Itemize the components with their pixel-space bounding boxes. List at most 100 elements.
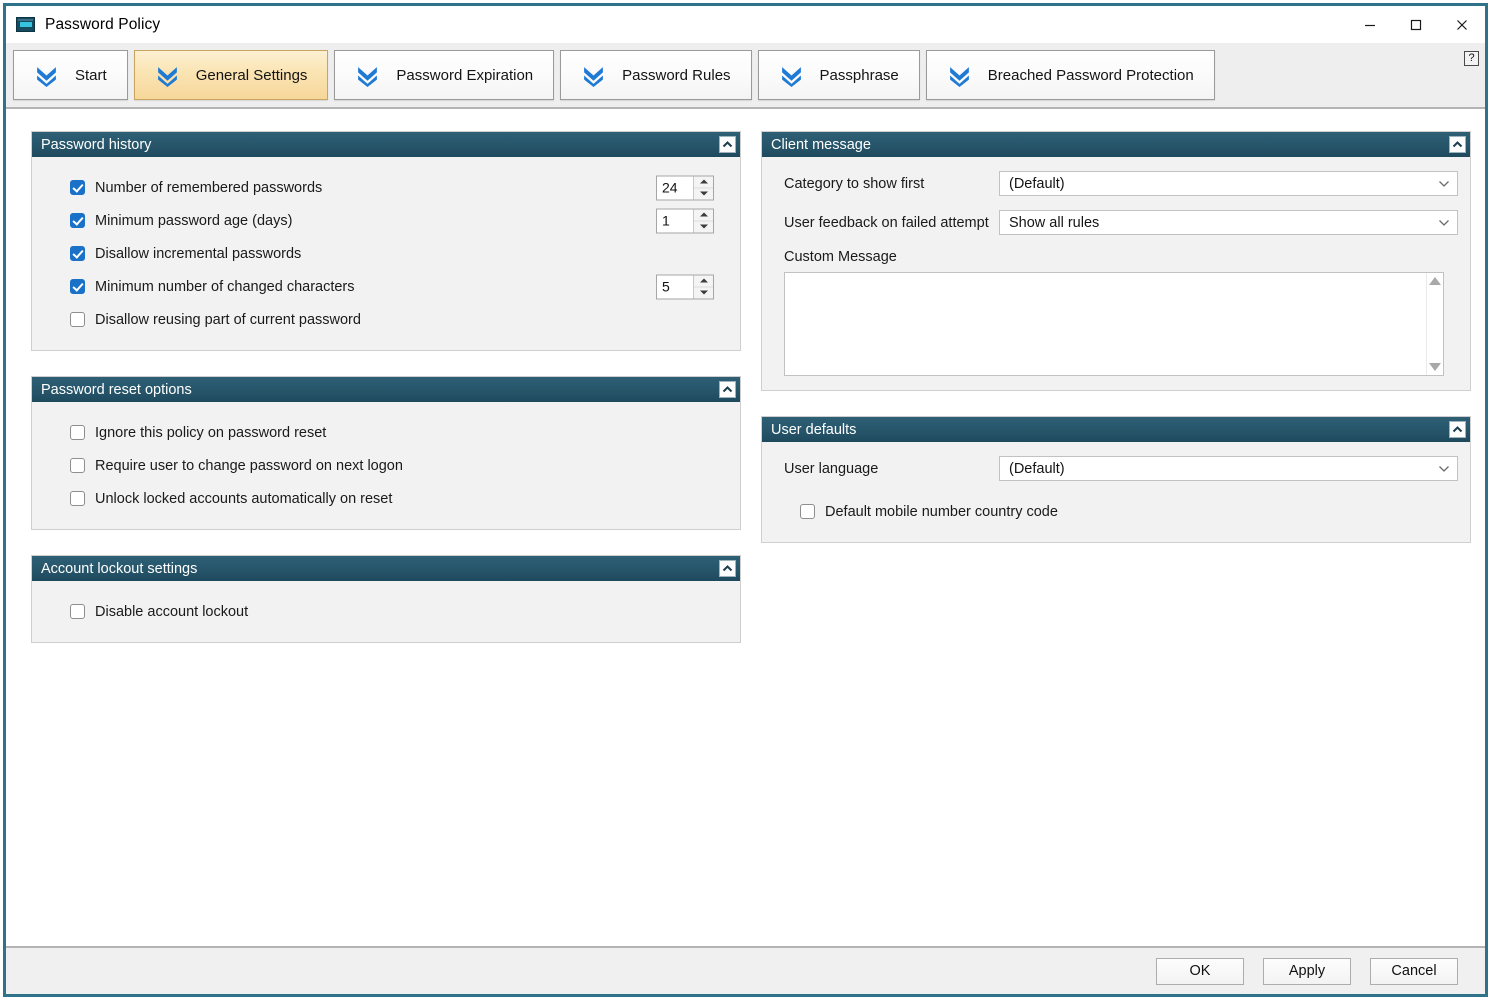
spinner-buttons: [693, 275, 713, 298]
row-category-to-show-first: Category to show first (Default): [774, 171, 1458, 196]
spinner-up-icon[interactable]: [694, 209, 713, 220]
option-row-ignore-policy-on-reset[interactable]: Ignore this policy on password reset: [44, 416, 728, 449]
checkbox-unlock-locked-accounts[interactable]: [70, 491, 85, 506]
chevron-up-icon[interactable]: [719, 136, 736, 153]
checkbox-minimum-changed-characters[interactable]: [70, 279, 85, 294]
custom-message-value[interactable]: [785, 273, 1426, 375]
spinner-down-icon[interactable]: [694, 187, 713, 199]
checkbox-disable-account-lockout[interactable]: [70, 604, 85, 619]
tab-password-rules[interactable]: Password Rules: [560, 50, 751, 100]
spinner-value[interactable]: 5: [657, 275, 693, 298]
spinner-value[interactable]: 1: [657, 209, 693, 232]
category-value: (Default): [1009, 176, 1437, 192]
panel-header: Password history: [32, 132, 740, 157]
custom-message-textarea[interactable]: [784, 272, 1444, 376]
spinner-buttons: [693, 209, 713, 232]
custom-message-scrollbar[interactable]: [1426, 273, 1443, 375]
chevron-up-icon[interactable]: [1449, 136, 1466, 153]
panel-body: Disable account lockout: [32, 581, 740, 642]
row-user-feedback-on-failed-attempt: User feedback on failed attempt Show all…: [774, 210, 1458, 235]
option-label: Disallow reusing part of current passwor…: [95, 312, 361, 328]
panel-header: User defaults: [762, 417, 1470, 442]
panel-title: Password reset options: [41, 382, 719, 398]
double-chevron-down-icon: [34, 63, 59, 88]
custom-message-label: Custom Message: [774, 249, 1458, 265]
feedback-dropdown[interactable]: Show all rules: [999, 210, 1458, 235]
checkbox-minimum-password-age[interactable]: [70, 213, 85, 228]
double-chevron-down-icon: [581, 63, 606, 88]
option-row-disable-account-lockout[interactable]: Disable account lockout: [44, 595, 728, 628]
tab-start[interactable]: Start: [13, 50, 128, 100]
checkbox-disallow-incremental-passwords[interactable]: [70, 246, 85, 261]
panel-user-defaults: User defaults User language (Default): [761, 416, 1471, 543]
option-label: Unlock locked accounts automatically on …: [95, 491, 392, 507]
tab-label: Breached Password Protection: [988, 67, 1194, 84]
apply-button[interactable]: Apply: [1263, 958, 1351, 985]
option-label: Minimum number of changed characters: [95, 279, 355, 295]
minimize-icon[interactable]: [1347, 6, 1393, 43]
option-label: Default mobile number country code: [825, 504, 1058, 520]
option-label: Number of remembered passwords: [95, 180, 322, 196]
tab-bar: Start General Settings Password Expirati…: [6, 43, 1485, 109]
spinner-minimum-changed-characters[interactable]: 5: [656, 274, 714, 299]
footer-bar: OK Apply Cancel: [6, 946, 1485, 994]
panel-title: User defaults: [771, 422, 1449, 438]
checkbox-default-mobile-country-code[interactable]: [800, 504, 815, 519]
double-chevron-down-icon: [779, 63, 804, 88]
spinner-down-icon[interactable]: [694, 220, 713, 232]
panel-password-reset-options: Password reset options Ignore this polic…: [31, 376, 741, 530]
option-row-disallow-reusing-part[interactable]: Disallow reusing part of current passwor…: [44, 303, 728, 336]
panel-title: Password history: [41, 137, 719, 153]
spinner-down-icon[interactable]: [694, 286, 713, 298]
category-dropdown[interactable]: (Default): [999, 171, 1458, 196]
window-title: Password Policy: [45, 16, 160, 34]
maximize-icon[interactable]: [1393, 6, 1439, 43]
spinner-remembered-passwords[interactable]: 24: [656, 175, 714, 200]
option-row-require-change-next-logon[interactable]: Require user to change password on next …: [44, 449, 728, 482]
option-label: Ignore this policy on password reset: [95, 425, 326, 441]
title-bar: Password Policy: [6, 6, 1485, 43]
checkbox-disallow-reusing-part[interactable]: [70, 312, 85, 327]
user-language-dropdown[interactable]: (Default): [999, 456, 1458, 481]
chevron-up-icon[interactable]: [719, 381, 736, 398]
option-row-minimum-changed-characters[interactable]: Minimum number of changed characters 5: [44, 270, 728, 303]
close-icon[interactable]: [1439, 6, 1485, 43]
spinner-up-icon[interactable]: [694, 176, 713, 187]
tab-general-settings[interactable]: General Settings: [134, 50, 329, 100]
checkbox-ignore-policy-on-reset[interactable]: [70, 425, 85, 440]
help-button[interactable]: ?: [1464, 51, 1479, 66]
scroll-up-arrow-icon[interactable]: [1429, 277, 1441, 285]
checkbox-remembered-passwords[interactable]: [70, 180, 85, 195]
user-language-value: (Default): [1009, 461, 1437, 477]
tab-password-expiration[interactable]: Password Expiration: [334, 50, 554, 100]
spinner-value[interactable]: 24: [657, 176, 693, 199]
spinner-up-icon[interactable]: [694, 275, 713, 286]
double-chevron-down-icon: [355, 63, 380, 88]
double-chevron-down-icon: [947, 63, 972, 88]
scroll-down-arrow-icon[interactable]: [1429, 363, 1441, 371]
panel-header: Account lockout settings: [32, 556, 740, 581]
option-row-disallow-incremental-passwords[interactable]: Disallow incremental passwords: [44, 237, 728, 270]
panel-header: Password reset options: [32, 377, 740, 402]
feedback-value: Show all rules: [1009, 215, 1437, 231]
option-row-default-mobile-country-code[interactable]: Default mobile number country code: [774, 495, 1458, 528]
option-row-unlock-locked-accounts[interactable]: Unlock locked accounts automatically on …: [44, 482, 728, 515]
tab-breached-password-protection[interactable]: Breached Password Protection: [926, 50, 1215, 100]
spinner-minimum-password-age[interactable]: 1: [656, 208, 714, 233]
panel-body: Number of remembered passwords 24 Minimu…: [32, 157, 740, 350]
panel-body: Ignore this policy on password reset Req…: [32, 402, 740, 529]
chevron-up-icon[interactable]: [1449, 421, 1466, 438]
tab-passphrase[interactable]: Passphrase: [758, 50, 920, 100]
checkbox-require-change-next-logon[interactable]: [70, 458, 85, 473]
password-policy-window: Password Policy Start: [3, 3, 1488, 997]
chevron-up-icon[interactable]: [719, 560, 736, 577]
window-controls: [1347, 6, 1485, 43]
category-label: Category to show first: [774, 176, 999, 192]
option-label: Disable account lockout: [95, 604, 248, 620]
cancel-button[interactable]: Cancel: [1370, 958, 1458, 985]
panel-header: Client message: [762, 132, 1470, 157]
chevron-down-icon: [1437, 216, 1451, 230]
ok-button[interactable]: OK: [1156, 958, 1244, 985]
option-row-minimum-password-age[interactable]: Minimum password age (days) 1: [44, 204, 728, 237]
option-row-remembered-passwords[interactable]: Number of remembered passwords 24: [44, 171, 728, 204]
